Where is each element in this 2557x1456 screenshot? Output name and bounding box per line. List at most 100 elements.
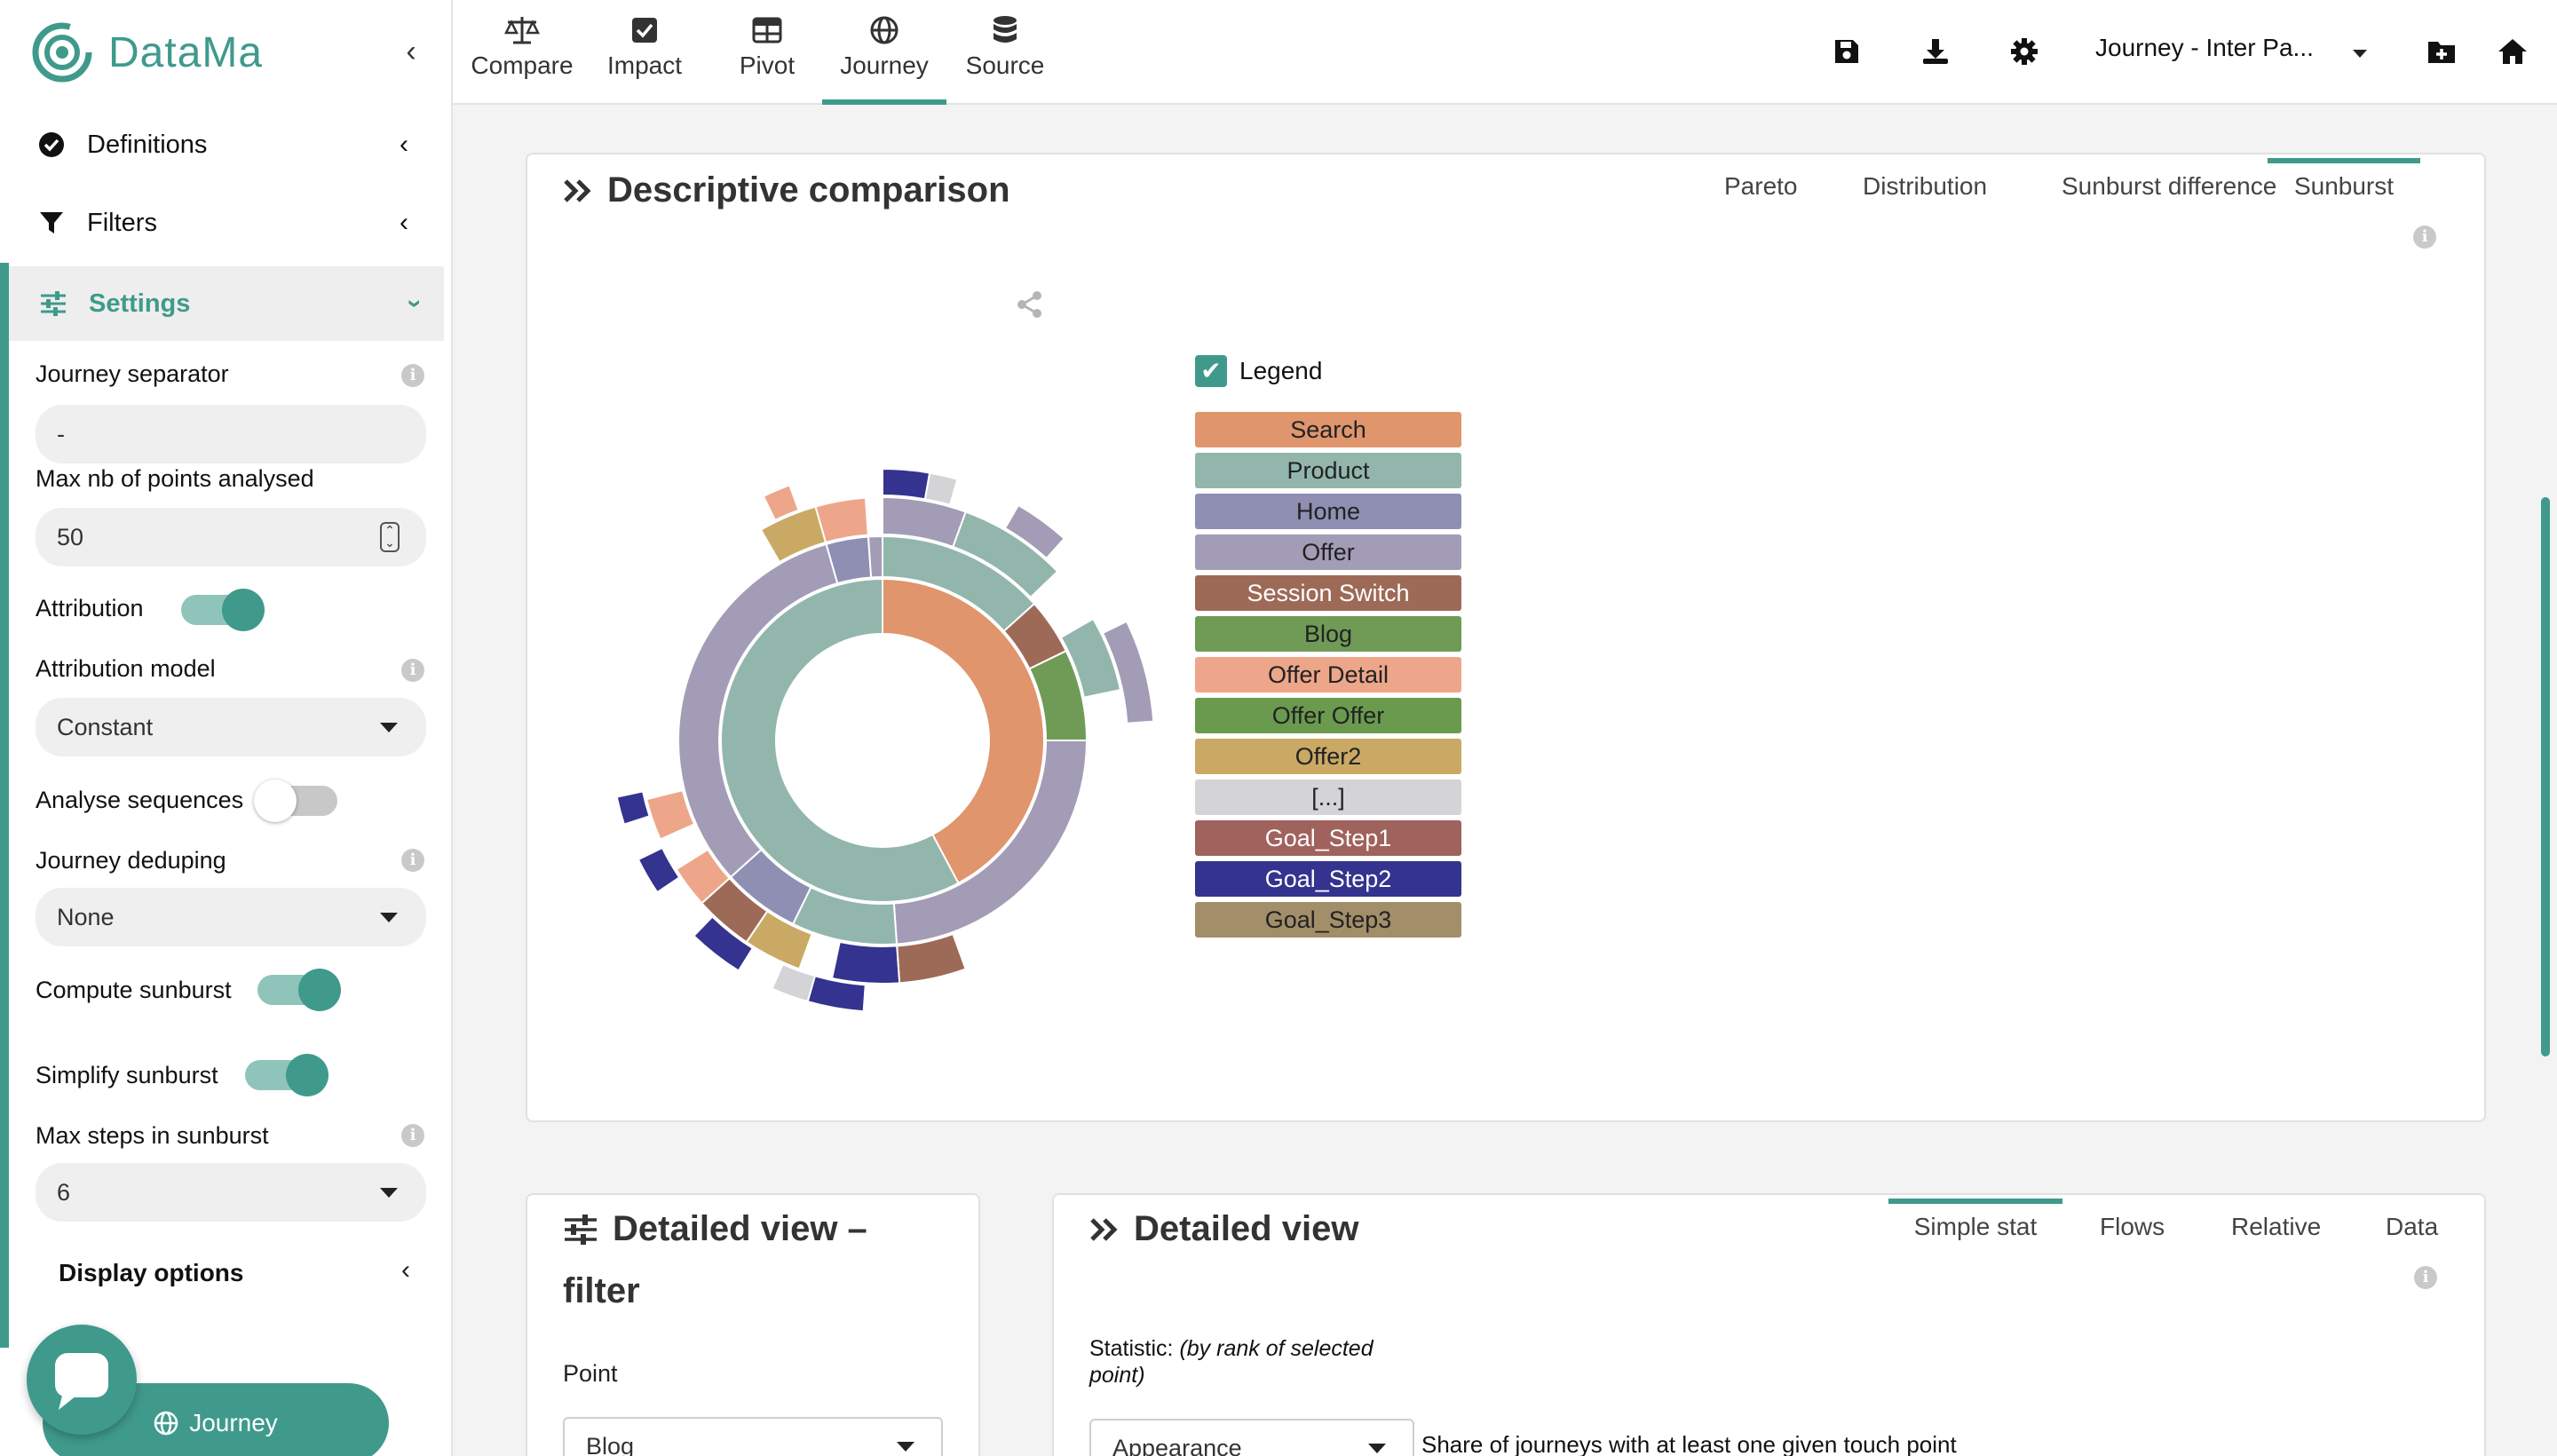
sunburst-segment[interactable] bbox=[814, 496, 869, 544]
tab-flows[interactable]: Flows bbox=[2100, 1213, 2165, 1250]
point-select[interactable]: Blog bbox=[563, 1417, 943, 1456]
max-steps-select[interactable]: 6 bbox=[36, 1163, 426, 1222]
caret-down-icon bbox=[897, 1442, 914, 1452]
folder-plus-icon[interactable] bbox=[2422, 32, 2461, 71]
share-icon[interactable] bbox=[1014, 289, 1046, 324]
display-options-toggle[interactable]: Display options bbox=[59, 1259, 243, 1287]
chevron-down-icon: ‹ bbox=[398, 299, 427, 308]
number-stepper-icon[interactable]: ⌃ ⌄ bbox=[380, 522, 400, 552]
statistic-label: Statistic: bbox=[1089, 1336, 1174, 1361]
statistic-hint: (by rank of selected bbox=[1179, 1336, 1373, 1361]
checkbox-icon bbox=[582, 12, 707, 48]
info-icon[interactable]: i bbox=[401, 849, 424, 872]
sunburst-segment[interactable] bbox=[923, 471, 959, 506]
tab-label: Source bbox=[965, 51, 1045, 79]
legend-item[interactable]: Home bbox=[1195, 494, 1461, 529]
analyse-sequences-toggle[interactable] bbox=[254, 779, 337, 822]
tab-journey[interactable]: Journey bbox=[822, 12, 946, 105]
legend-item[interactable]: Offer2 bbox=[1195, 739, 1461, 774]
tab-source[interactable]: Source bbox=[943, 12, 1067, 105]
attribution-toggle[interactable] bbox=[181, 589, 265, 631]
info-icon[interactable]: i bbox=[2413, 226, 2436, 249]
chevron-left-icon: ‹ bbox=[400, 208, 408, 237]
brand[interactable]: DataMa bbox=[32, 21, 263, 83]
legend-item[interactable]: Goal_Step3 bbox=[1195, 902, 1461, 938]
journey-deduping-select[interactable]: None bbox=[36, 888, 426, 946]
tab-distribution[interactable]: Distribution bbox=[1863, 172, 1987, 210]
sunburst-segment[interactable] bbox=[830, 940, 901, 985]
detailed-view-filter-title-line2: filter bbox=[563, 1271, 640, 1310]
sidebar-item-filters[interactable]: Filters ‹ bbox=[18, 190, 435, 256]
legend-item[interactable]: Session Switch bbox=[1195, 575, 1461, 611]
toggle-knob bbox=[286, 1054, 329, 1096]
sidebar-item-label: Definitions bbox=[87, 130, 208, 159]
tab-relative[interactable]: Relative bbox=[2231, 1213, 2321, 1250]
tab-impact[interactable]: Impact bbox=[582, 12, 707, 105]
database-icon bbox=[943, 12, 1067, 48]
sidebar-item-label: Filters bbox=[87, 208, 157, 237]
legend-toggle[interactable]: ✔ Legend bbox=[1195, 355, 1322, 387]
home-icon[interactable] bbox=[2493, 32, 2532, 71]
tab-pivot[interactable]: Pivot bbox=[705, 12, 829, 105]
statistic-label-block: Statistic: (by rank of selected point) bbox=[1089, 1335, 1373, 1389]
detailed-view-title: Detailed view bbox=[1089, 1209, 1358, 1249]
legend-item[interactable]: Goal_Step1 bbox=[1195, 820, 1461, 856]
sunburst-segment[interactable] bbox=[882, 467, 931, 501]
sunburst-segment[interactable] bbox=[771, 962, 817, 1003]
sunburst-chart[interactable] bbox=[598, 456, 1167, 1025]
statistic-select[interactable]: Appearance bbox=[1089, 1419, 1414, 1456]
sidebar-item-settings[interactable]: Settings ‹ bbox=[9, 266, 444, 341]
sunburst-segment[interactable] bbox=[637, 846, 681, 894]
legend-item[interactable]: Goal_Step2 bbox=[1195, 861, 1461, 897]
legend-item[interactable]: Offer Detail bbox=[1195, 657, 1461, 692]
journey-select[interactable]: Journey - Inter Pa... bbox=[2095, 34, 2314, 62]
attribution-model-label: Attribution model bbox=[36, 655, 216, 682]
tab-label: Pivot bbox=[739, 51, 796, 79]
tab-sunburst-difference[interactable]: Sunburst difference bbox=[2062, 172, 2276, 210]
page-scrollbar[interactable] bbox=[2541, 497, 2550, 1056]
tab-simple-stat[interactable]: Simple stat bbox=[1888, 1199, 2062, 1250]
legend-item[interactable]: Product bbox=[1195, 453, 1461, 488]
save-icon[interactable] bbox=[1827, 32, 1866, 71]
descriptive-comparison-card: Descriptive comparison Pareto Distributi… bbox=[526, 153, 2486, 1122]
detailed-view-filter-card: Detailed view – filter Point Blog bbox=[526, 1193, 980, 1456]
tab-label: Journey bbox=[840, 51, 929, 79]
filter-icon bbox=[36, 207, 67, 239]
info-icon[interactable]: i bbox=[401, 364, 424, 387]
gear-icon[interactable] bbox=[2005, 32, 2044, 71]
tab-compare[interactable]: Compare bbox=[460, 12, 584, 105]
info-icon[interactable]: i bbox=[401, 1124, 424, 1147]
simplify-sunburst-toggle[interactable] bbox=[245, 1054, 329, 1096]
legend-toggle-label: Legend bbox=[1239, 357, 1323, 384]
sidebar-item-definitions[interactable]: Definitions ‹ bbox=[18, 112, 435, 178]
legend-item[interactable]: Offer Offer bbox=[1195, 698, 1461, 733]
legend-item[interactable]: [...] bbox=[1195, 779, 1461, 815]
sidebar-item-label: Settings bbox=[89, 289, 191, 318]
sunburst-segment[interactable] bbox=[615, 790, 651, 826]
info-icon[interactable]: i bbox=[2414, 1266, 2437, 1289]
sliders-icon bbox=[37, 288, 69, 320]
legend-item[interactable]: Offer bbox=[1195, 534, 1461, 570]
compute-sunburst-toggle[interactable] bbox=[257, 969, 341, 1011]
checkbox-checked-icon[interactable]: ✔ bbox=[1195, 355, 1227, 387]
max-steps-value: 6 bbox=[57, 1179, 71, 1206]
info-icon[interactable]: i bbox=[401, 659, 424, 682]
journey-separator-input[interactable]: - bbox=[36, 405, 426, 463]
double-chevron-right-icon bbox=[564, 178, 591, 202]
tab-data[interactable]: Data bbox=[2386, 1213, 2438, 1250]
legend-item[interactable]: Blog bbox=[1195, 616, 1461, 652]
point-label: Point bbox=[563, 1360, 618, 1387]
max-points-input[interactable]: 50 ⌃ ⌄ bbox=[36, 508, 426, 566]
tab-pareto[interactable]: Pareto bbox=[1724, 172, 1798, 210]
collapse-sidebar-icon[interactable]: ‹ bbox=[398, 36, 424, 67]
legend-item[interactable]: Search bbox=[1195, 412, 1461, 447]
tab-sunburst[interactable]: Sunburst bbox=[2268, 158, 2420, 210]
chat-button[interactable] bbox=[27, 1325, 137, 1435]
detailed-view-card: Detailed view Simple stat Flows Relative… bbox=[1052, 1193, 2486, 1456]
attribution-model-select[interactable]: Constant bbox=[36, 698, 426, 756]
download-icon[interactable] bbox=[1916, 32, 1955, 71]
max-steps-label: Max steps in sunburst bbox=[36, 1122, 269, 1149]
sunburst-segment[interactable] bbox=[867, 534, 883, 579]
sidebar-accent-bar bbox=[0, 263, 9, 1348]
sliders-icon bbox=[565, 1214, 597, 1245]
